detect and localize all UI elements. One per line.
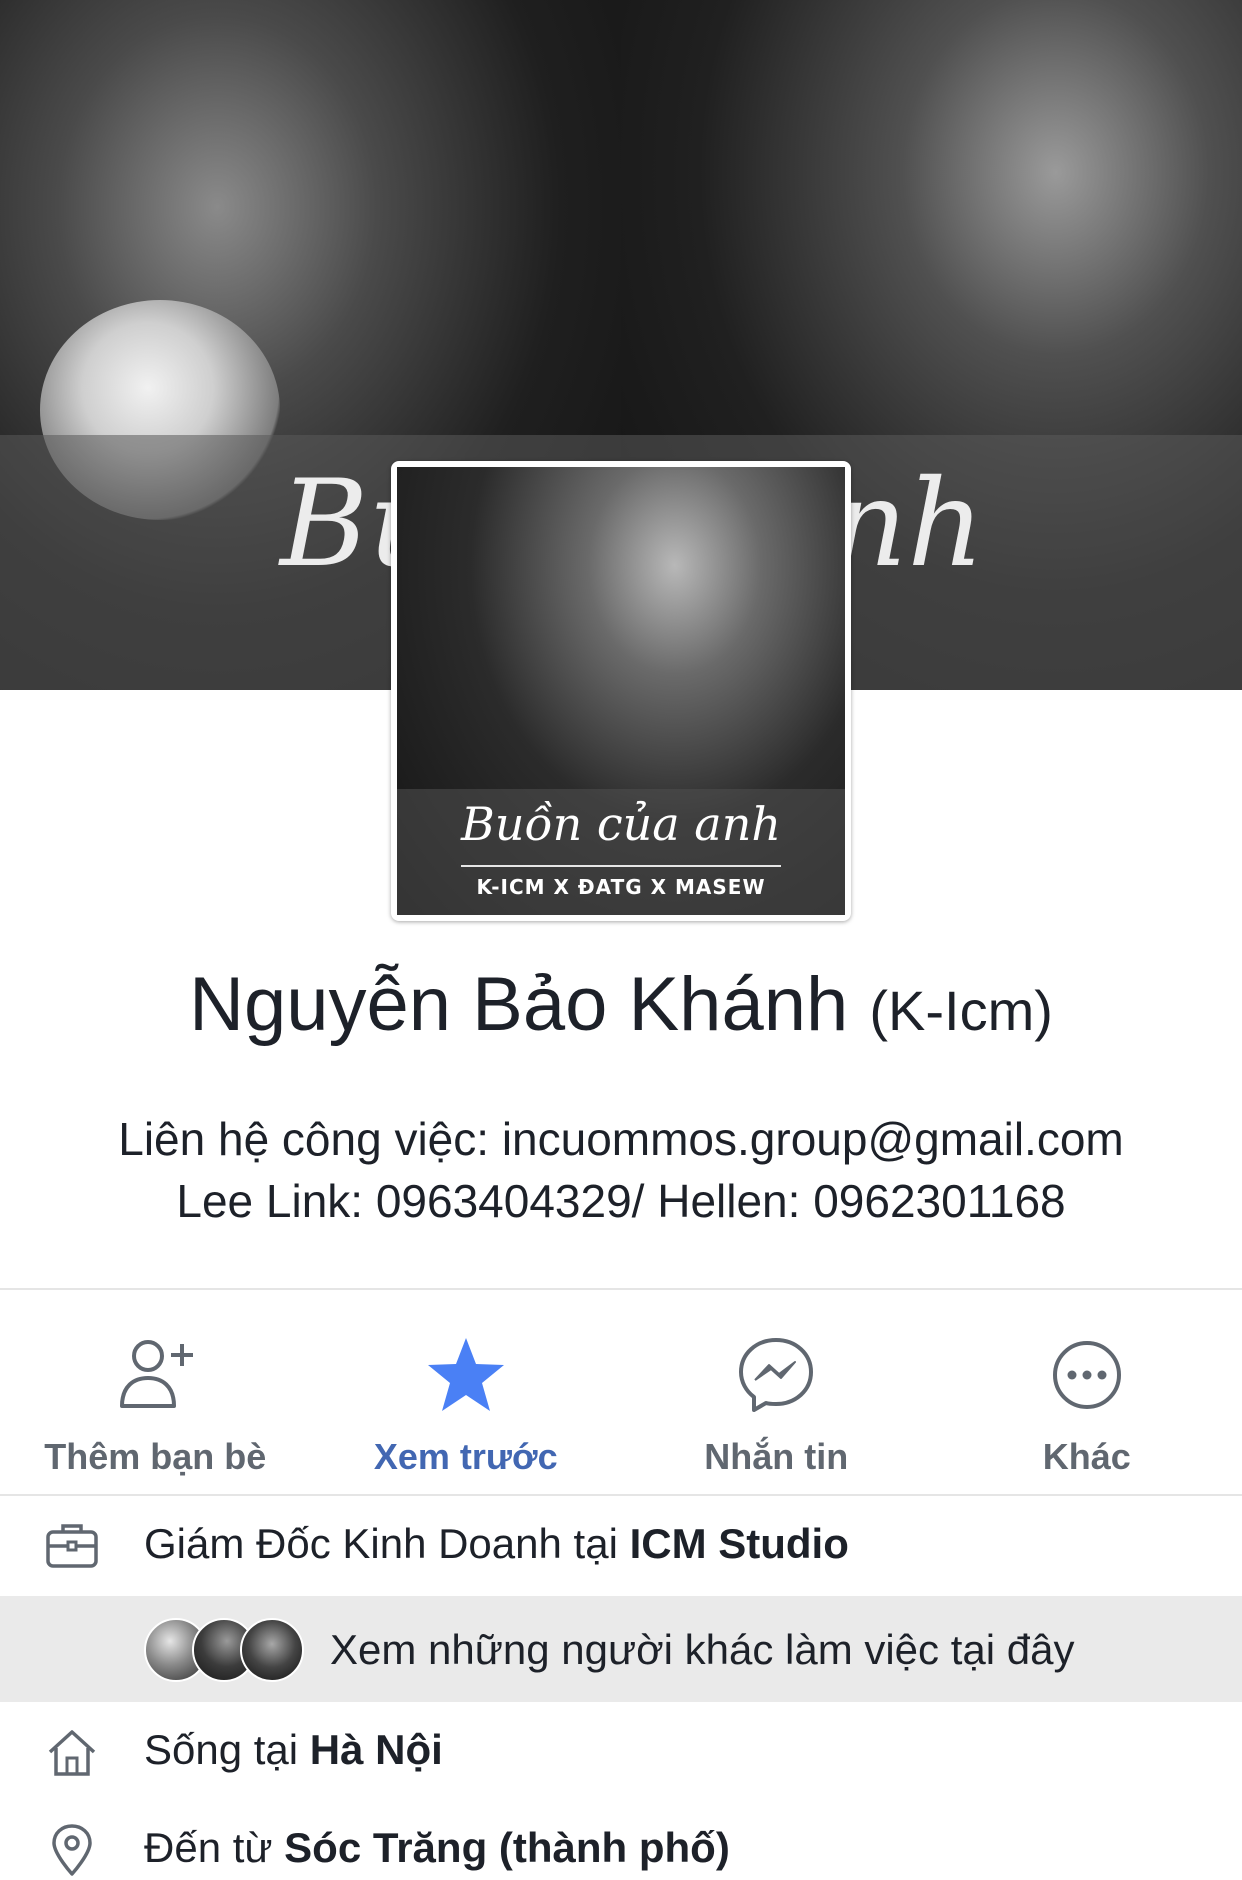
profile-name: Nguyễn Bảo Khánh (K-Icm) (0, 960, 1242, 1056)
work-text: Giám Đốc Kinh Doanh tại ICM Studio (144, 1520, 849, 1568)
messenger-icon (733, 1332, 819, 1418)
more-button[interactable]: Khác (932, 1290, 1242, 1494)
message-button[interactable]: Nhắn tin (621, 1290, 932, 1494)
lives-place-link[interactable]: Hà Nội (310, 1726, 443, 1773)
home-icon (44, 1724, 100, 1780)
lives-text: Sống tại Hà Nội (144, 1726, 443, 1774)
profile-picture-title: Buồn của anh (397, 797, 845, 851)
profile-bio: Liên hệ công việc: incuommos.group@gmail… (0, 1108, 1242, 1232)
add-friend-button[interactable]: Thêm bạn bè (0, 1290, 311, 1494)
bio-line-phones: Lee Link: 0963404329/ Hellen: 0962301168 (0, 1170, 1242, 1232)
see-first-button[interactable]: Xem trước (311, 1290, 622, 1494)
from-text: Đến từ Sóc Trăng (thành phố) (144, 1824, 730, 1872)
cover-script-right: nh (830, 455, 985, 594)
divider-bottom (0, 1494, 1242, 1496)
lives-prefix: Sống tại (144, 1726, 310, 1773)
work-place-link[interactable]: ICM Studio (630, 1520, 849, 1567)
bio-line-contact: Liên hệ công việc: incuommos.group@gmail… (0, 1108, 1242, 1170)
info-row-lives[interactable]: Sống tại Hà Nội (0, 1722, 1242, 1782)
see-first-label: Xem trước (374, 1436, 558, 1478)
profile-picture-subtitle: K-ICM X ĐATG X MASEW (397, 875, 845, 899)
from-prefix: Đến từ (144, 1824, 284, 1871)
info-row-work[interactable]: Giám Đốc Kinh Doanh tại ICM Studio (0, 1516, 1242, 1576)
briefcase-icon (44, 1518, 100, 1574)
location-pin-icon (44, 1822, 100, 1878)
star-icon (423, 1332, 509, 1418)
profile-action-bar: Thêm bạn bè Xem trước Nhắn tin Khác (0, 1290, 1242, 1494)
profile-picture[interactable]: Buồn của anh K-ICM X ĐATG X MASEW (391, 461, 851, 921)
profile-picture-image: Buồn của anh K-ICM X ĐATG X MASEW (397, 467, 845, 915)
profile-picture-underline (461, 865, 781, 867)
message-label: Nhắn tin (704, 1436, 848, 1478)
coworker-avatars (144, 1618, 310, 1682)
coworkers-row[interactable]: Xem những người khác làm việc tại đây (0, 1596, 1242, 1702)
coworkers-label: Xem những người khác làm việc tại đây (330, 1626, 1074, 1674)
more-icon (1044, 1332, 1130, 1418)
more-label: Khác (1043, 1436, 1131, 1478)
info-row-from[interactable]: Đến từ Sóc Trăng (thành phố) (0, 1820, 1242, 1880)
profile-alternate-name: (K-Icm) (869, 979, 1053, 1042)
from-place-link[interactable]: Sóc Trăng (thành phố) (284, 1824, 730, 1871)
work-prefix: Giám Đốc Kinh Doanh tại (144, 1520, 630, 1567)
add-friend-label: Thêm bạn bè (44, 1436, 266, 1478)
profile-name-main: Nguyễn Bảo Khánh (189, 962, 848, 1047)
coworker-avatar (240, 1618, 304, 1682)
add-friend-icon (112, 1332, 198, 1418)
